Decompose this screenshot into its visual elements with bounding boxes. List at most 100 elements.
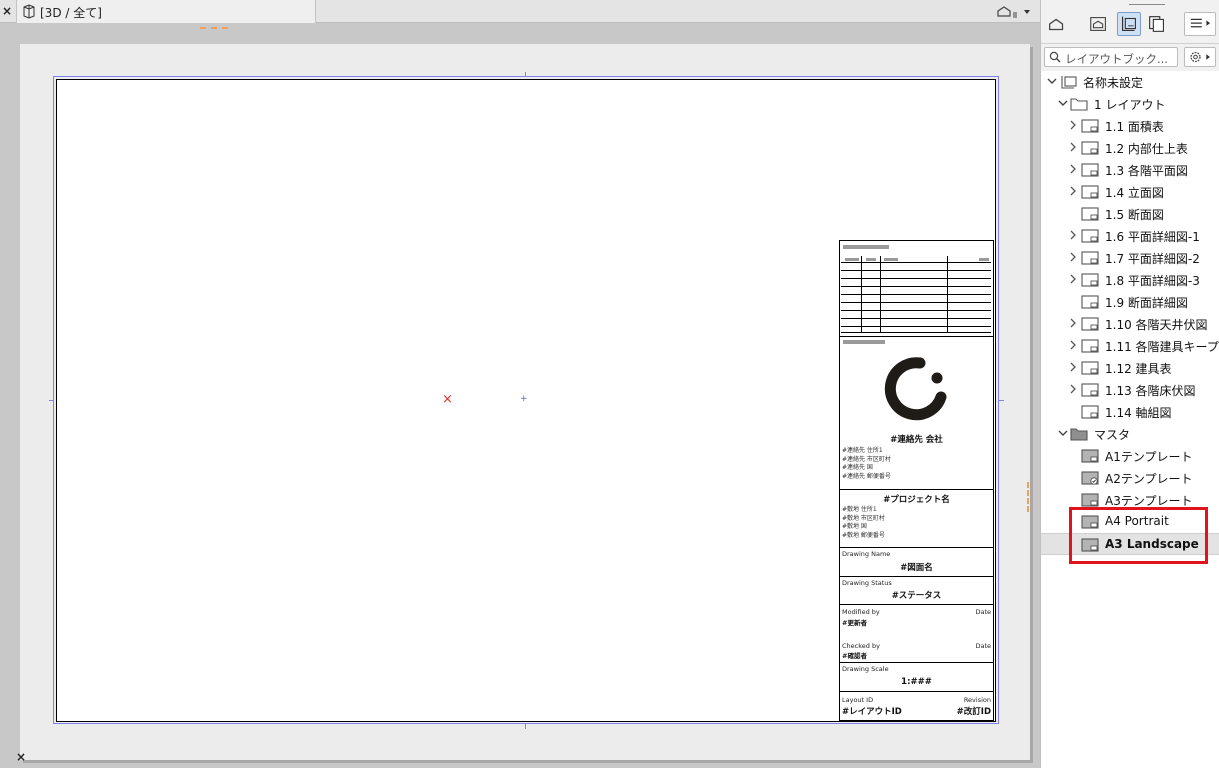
center-tick-right	[999, 400, 1004, 401]
tree-item-layout[interactable]: 1.12 建具表	[1041, 357, 1219, 379]
chevron-right-icon[interactable]	[1067, 251, 1079, 263]
company-logo	[884, 357, 947, 421]
layout-icon	[1081, 361, 1099, 375]
project-map-button[interactable]	[1045, 12, 1069, 36]
title-block[interactable]: #連絡先 会社 #連絡先 住所1 #連絡先 市区町村 #連絡先 国 #連絡先 郵…	[839, 240, 994, 721]
resize-grip[interactable]	[1027, 482, 1030, 512]
drawing-name-section: Drawing Name #図面名	[840, 548, 993, 577]
tree-label: 1.10 各階天井伏図	[1105, 318, 1208, 332]
chevron-right-icon[interactable]	[1067, 141, 1079, 153]
tree-label: マスタ	[1094, 428, 1131, 442]
layout-icon	[1081, 383, 1099, 397]
drawing-name-value: #図面名	[900, 563, 933, 573]
chevron-down-icon[interactable]	[1046, 75, 1058, 87]
tree-item-layout[interactable]: 1.3 各階平面図	[1041, 159, 1219, 181]
company-address-line: #連絡先 住所1	[842, 447, 883, 454]
view-options-icon[interactable]	[994, 3, 1036, 20]
tree-item-layout[interactable]: 1.2 内部仕上表	[1041, 137, 1219, 159]
tree-item-layout[interactable]: 1.6 平面詳細図-1	[1041, 225, 1219, 247]
tree-item-layout[interactable]: 1.10 各階天井伏図	[1041, 313, 1219, 335]
tree-label: 1.9 断面詳細図	[1105, 296, 1188, 310]
tree-item-master[interactable]: A1テンプレート	[1041, 445, 1219, 467]
tree-label: 1.2 内部仕上表	[1105, 142, 1188, 156]
layout-icon	[1081, 207, 1099, 221]
tree-item-layout[interactable]: 1.13 各階床伏図	[1041, 379, 1219, 401]
chevron-right-icon[interactable]	[1067, 383, 1079, 395]
checked-by-value: #確認者	[842, 652, 867, 660]
revision-table	[840, 241, 993, 337]
chevron-right-icon[interactable]	[1067, 339, 1079, 351]
chevron-right-icon[interactable]	[1067, 273, 1079, 285]
annotation-highlight-box	[1069, 507, 1208, 564]
tree-label: 1 レイアウト	[1094, 98, 1166, 112]
tree-item-layout[interactable]: 1.11 各階建具キープラ	[1041, 335, 1219, 357]
drag-handle[interactable]	[1129, 4, 1165, 5]
tree-item-layout[interactable]: 1.9 断面詳細図	[1041, 291, 1219, 313]
layout-icon	[1081, 141, 1099, 155]
view-map-icon	[1090, 17, 1106, 31]
tab-3d-all[interactable]: [3D / 全て]	[16, 0, 316, 23]
chevron-right-icon[interactable]	[1067, 163, 1079, 175]
origin-marker: ×	[442, 392, 453, 407]
menu-icon	[1190, 18, 1211, 28]
tree-item-layout[interactable]: 1.14 軸組図	[1041, 401, 1219, 423]
tree-label: 1.7 平面詳細図-2	[1105, 252, 1200, 266]
layout-book-tree[interactable]: 名称未設定 1 レイアウト 1.1 面積表 1.2 内部仕上表 1.3 各階平面…	[1041, 71, 1219, 768]
tree-label: 1.6 平面詳細図-1	[1105, 230, 1200, 244]
drawing-scale-label: Drawing Scale	[842, 665, 889, 673]
modified-by-value: #更新者	[842, 619, 867, 627]
tree-item-layout[interactable]: 1.4 立面図	[1041, 181, 1219, 203]
chevron-right-icon[interactable]	[1067, 361, 1079, 373]
view-map-button[interactable]	[1087, 12, 1111, 36]
close-corner-icon[interactable]: ×	[16, 750, 26, 764]
tree-label: 1.8 平面詳細図-3	[1105, 274, 1200, 288]
tree-label: 1.14 軸組図	[1105, 406, 1172, 420]
publisher-sets-button[interactable]	[1145, 12, 1169, 36]
close-tab-button[interactable]: ×	[0, 3, 14, 19]
layout-icon	[1081, 119, 1099, 133]
navigator-menu-button[interactable]	[1184, 12, 1216, 36]
chevron-right-icon[interactable]	[1067, 229, 1079, 241]
ruler-marker	[200, 27, 228, 29]
folder-icon	[1070, 428, 1088, 441]
chevron-right-icon[interactable]	[1067, 317, 1079, 329]
drawing-scale-section: Drawing Scale 1:###	[840, 663, 993, 692]
site-address-line: #敷地 国	[842, 523, 867, 530]
search-input[interactable]: レイアウトブック...	[1044, 47, 1178, 67]
tree-item-layout[interactable]: 1.7 平面詳細図-2	[1041, 247, 1219, 269]
window-tab-bar: × [3D / 全て]	[0, 0, 1040, 23]
site-address-line: #敷地 市区町村	[842, 514, 885, 522]
tree-label: 1.1 面積表	[1105, 120, 1164, 134]
chevron-down-icon[interactable]	[1057, 427, 1069, 439]
company-address-line: #連絡先 郵便番号	[842, 472, 891, 480]
center-crosshair-icon: +	[520, 394, 528, 404]
tree-item-book[interactable]: 名称未設定	[1041, 71, 1219, 93]
settings-button[interactable]	[1184, 47, 1216, 67]
navigator-toolbar	[1041, 0, 1219, 44]
center-tick-top	[525, 72, 526, 77]
tree-label: A2テンプレート	[1105, 472, 1193, 486]
tree-item-layout[interactable]: 1.1 面積表	[1041, 115, 1219, 137]
tree-label: 1.13 各階床伏図	[1105, 384, 1196, 398]
layout-canvas[interactable]: × [3D / 全て] #連絡先 会社 #連絡先 住所1 #連絡先 市区町村 #…	[0, 0, 1040, 768]
layout-icon	[1081, 295, 1099, 309]
chevron-right-icon[interactable]	[1067, 119, 1079, 131]
layout-icon	[1081, 251, 1099, 265]
drawing-name-label: Drawing Name	[842, 550, 891, 558]
tree-item-subset-layout[interactable]: 1 レイアウト	[1041, 93, 1219, 115]
tree-item-subset-master[interactable]: マスタ	[1041, 423, 1219, 445]
chevron-right-icon[interactable]	[1067, 185, 1079, 197]
chevron-down-icon[interactable]	[1057, 97, 1069, 109]
modified-by-label: Modified by	[842, 608, 880, 616]
project-section: #プロジェクト名 #敷地 住所1 #敷地 市区町村 #敷地 国 #敷地 郵便番号	[840, 490, 993, 548]
layout-icon	[1081, 405, 1099, 419]
layout-book-button[interactable]	[1117, 12, 1141, 36]
tree-item-master[interactable]: A2テンプレート	[1041, 467, 1219, 489]
tree-item-layout[interactable]: 1.5 断面図	[1041, 203, 1219, 225]
checked-by-label: Checked by	[842, 642, 880, 650]
tree-label: 1.4 立面図	[1105, 186, 1164, 200]
search-icon	[1049, 51, 1061, 63]
cube-3d-icon	[23, 4, 35, 19]
tree-item-layout[interactable]: 1.8 平面詳細図-3	[1041, 269, 1219, 291]
site-address-line: #敷地 郵便番号	[842, 531, 885, 539]
